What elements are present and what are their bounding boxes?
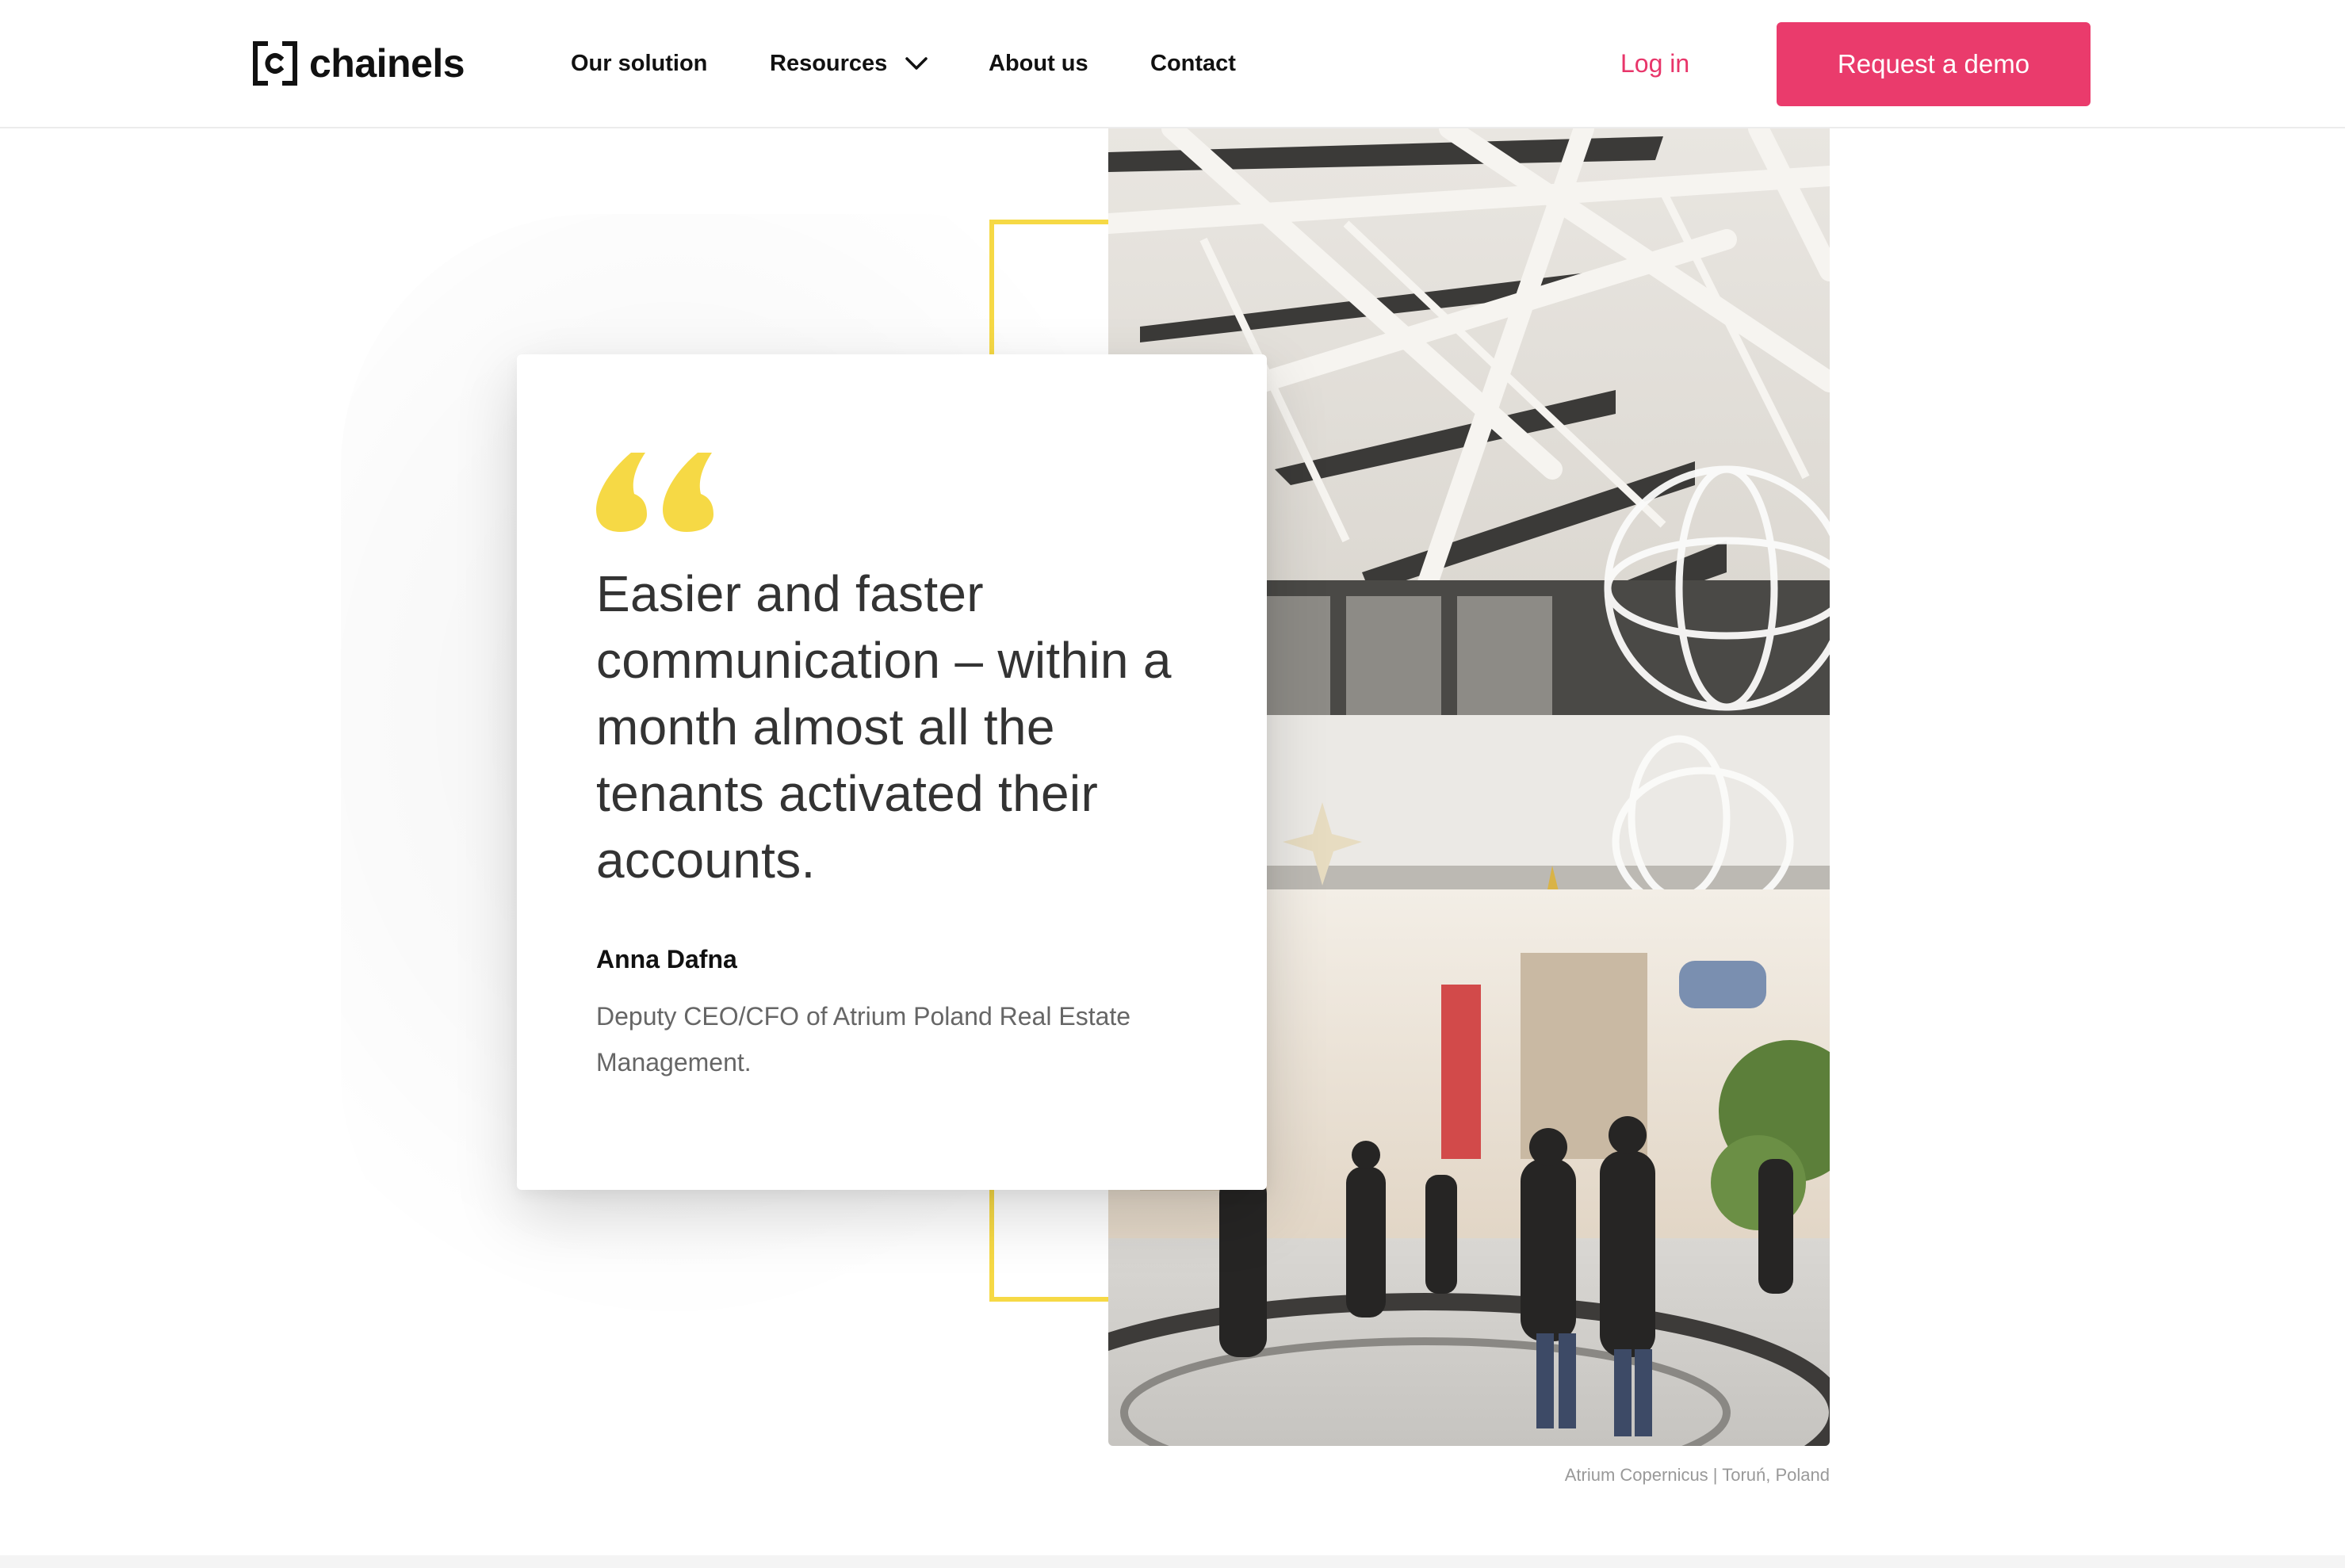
nav-resources-label: Resources [770, 51, 888, 76]
testimonial-card: Easier and faster communication – within… [517, 354, 1267, 1190]
testimonial-role: Deputy CEO/CFO of Atrium Poland Real Est… [596, 1002, 1131, 1077]
photo-caption: Atrium Copernicus | Toruń, Poland [1564, 1465, 1830, 1485]
request-demo-button[interactable]: Request a demo [1777, 22, 2091, 106]
chainels-logo[interactable]: chainels [252, 38, 465, 89]
logo-bracket-icon [252, 40, 298, 86]
site-header: chainels Our solution Resources About us… [0, 0, 2345, 128]
testimonial-author: Anna Dafna [596, 945, 737, 973]
testimonial-quote: Easier and faster communication – within… [596, 565, 1172, 889]
nav-resources[interactable]: Resources [770, 46, 928, 82]
nav-about-us[interactable]: About us [989, 46, 1088, 81]
quote-icon [596, 453, 715, 537]
logo-wordmark: chainels [309, 41, 465, 86]
section-divider [0, 1555, 2345, 1568]
login-link[interactable]: Log in [1620, 46, 1689, 81]
nav-contact[interactable]: Contact [1150, 46, 1236, 81]
chevron-down-icon [905, 47, 928, 82]
nav-our-solution[interactable]: Our solution [571, 46, 707, 81]
